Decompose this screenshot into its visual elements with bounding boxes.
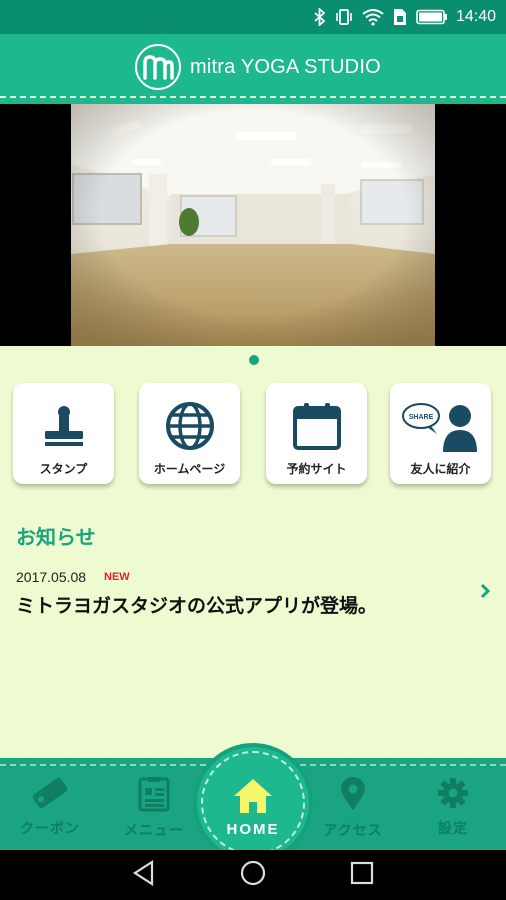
homepage-button[interactable]: ホームページ — [139, 383, 240, 484]
news-item[interactable]: ミトラヨガスタジオの公式アプリが登場。 — [16, 591, 377, 618]
tab-label: メニュー — [124, 823, 184, 839]
tab-label: クーポン — [20, 821, 80, 837]
tab-label: 設定 — [438, 821, 468, 837]
battery-icon — [416, 9, 448, 25]
tab-home[interactable]: HOME — [193, 743, 313, 863]
home-nav-icon[interactable] — [239, 859, 267, 891]
app-title: mitra YOGA STUDIO — [190, 55, 381, 78]
calendar-icon — [292, 399, 342, 453]
refer-friend-button[interactable]: SHARE 友人に紹介 — [390, 383, 491, 484]
studio-photo — [71, 104, 435, 346]
new-badge: NEW — [104, 571, 130, 583]
home-label: HOME — [226, 821, 280, 838]
clock: 14:40 — [455, 8, 496, 25]
bluetooth-icon — [314, 8, 326, 26]
news-date: 2017.05.08 — [16, 569, 87, 585]
tile-label: ホームページ — [153, 462, 226, 476]
share-friend-icon: SHARE — [401, 399, 481, 453]
tab-menu[interactable]: メニュー — [114, 776, 194, 840]
m-logo-icon — [135, 44, 181, 90]
home-content: HOME — [197, 777, 309, 838]
app-header: mitra YOGA STUDIO — [0, 34, 506, 104]
brand: mitra YOGA STUDIO — [135, 44, 381, 90]
status-bar: 14:40 — [0, 0, 506, 34]
news-section-title: お知らせ — [16, 525, 96, 549]
tile-label: 予約サイト — [286, 462, 347, 476]
reservation-button[interactable]: 予約サイト — [266, 383, 367, 484]
back-icon[interactable] — [132, 859, 156, 890]
tab-label: アクセス — [323, 823, 383, 839]
map-pin-icon — [341, 777, 365, 810]
chevron-right-icon[interactable] — [479, 582, 491, 604]
sim-icon — [393, 8, 407, 26]
gear-icon — [438, 778, 468, 808]
recents-icon[interactable] — [350, 861, 374, 889]
tile-label: 友人に紹介 — [410, 462, 471, 476]
hero-carousel[interactable] — [0, 104, 506, 346]
stamp-icon — [41, 399, 87, 453]
carousel-dot-indicator[interactable] — [249, 355, 259, 365]
tab-access[interactable]: アクセス — [313, 776, 393, 840]
vibrate-icon — [335, 8, 353, 26]
share-icon-text: SHARE — [408, 414, 433, 421]
tab-settings[interactable]: 設定 — [413, 776, 493, 838]
tile-label: スタンプ — [39, 462, 88, 476]
wifi-icon — [362, 8, 384, 26]
globe-icon — [165, 399, 215, 453]
menu-icon — [138, 777, 170, 812]
stamp-button[interactable]: スタンプ — [13, 383, 114, 484]
home-icon — [234, 779, 272, 813]
tab-coupon[interactable]: クーポン — [10, 776, 90, 838]
system-nav-bar — [0, 850, 506, 900]
coupon-icon — [32, 777, 68, 809]
